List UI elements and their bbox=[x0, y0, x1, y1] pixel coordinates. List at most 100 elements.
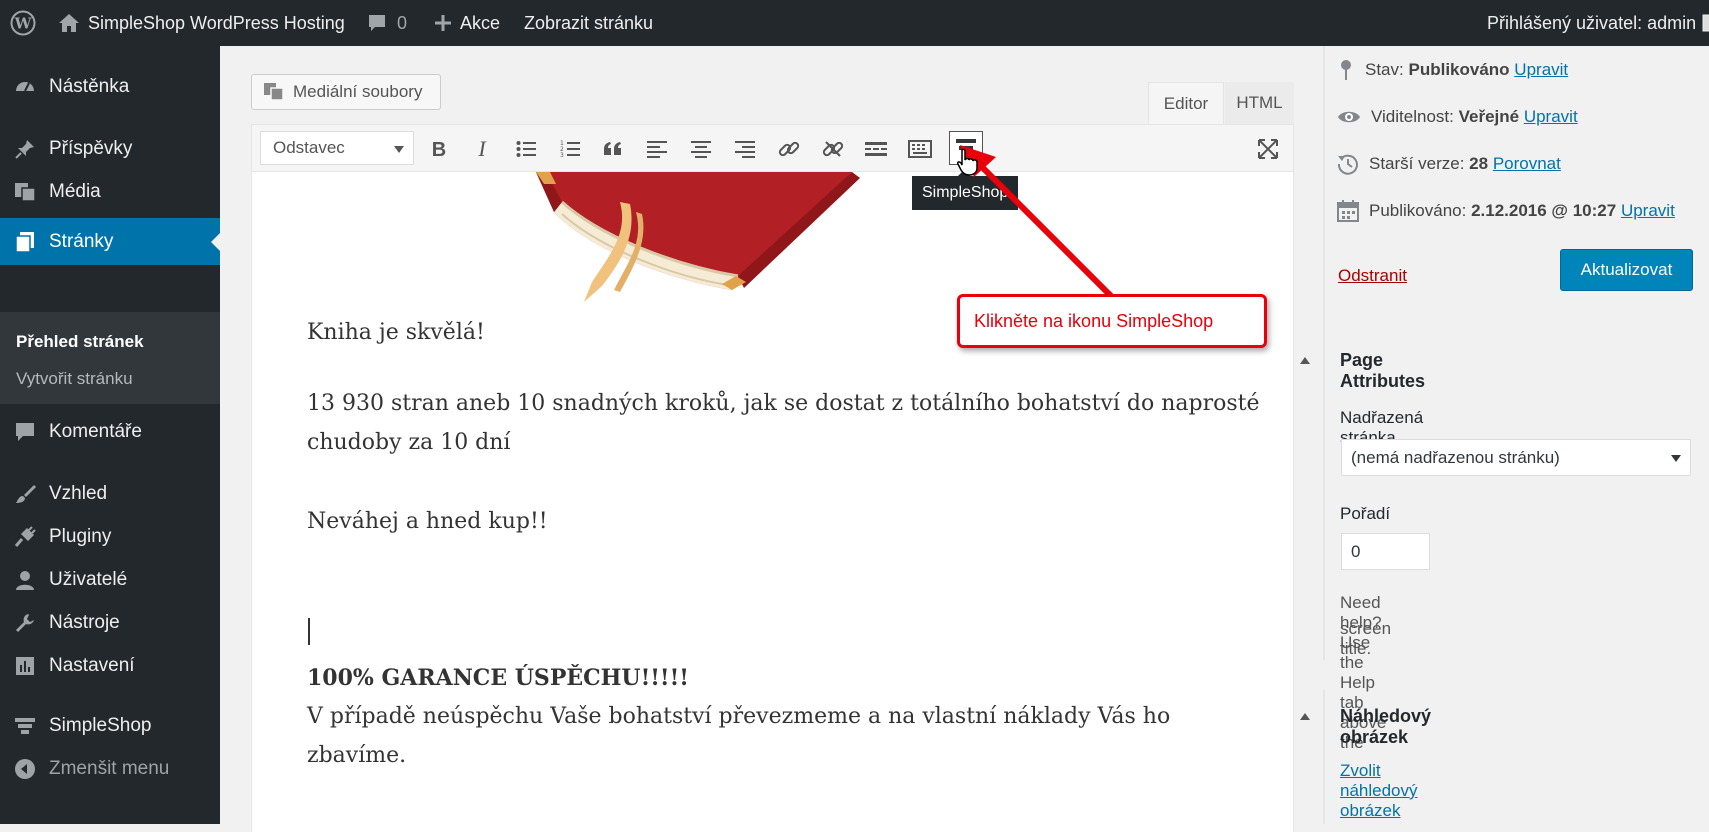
menu-item-tools[interactable]: Nástroje bbox=[0, 599, 220, 646]
fullscreen-button[interactable] bbox=[1252, 133, 1284, 165]
menu-item-comments[interactable]: Komentáře bbox=[0, 408, 220, 455]
menu-item-collapse[interactable]: Zmenšit menu bbox=[0, 745, 220, 792]
wrench-icon bbox=[14, 612, 36, 634]
pages-icon bbox=[14, 231, 36, 253]
bold-icon: B bbox=[429, 139, 449, 159]
editor-toolbar: Odstavec B I 123 bbox=[251, 124, 1294, 172]
align-center-button[interactable] bbox=[685, 133, 717, 165]
menu-label-collapse: Zmenšit menu bbox=[49, 757, 170, 779]
italic-icon: I bbox=[472, 139, 492, 159]
content-paragraph: 13 930 stran aneb 10 snadných kroků, jak… bbox=[307, 391, 1260, 416]
parent-page-select[interactable]: (nemá nadřazenou stránku) bbox=[1341, 439, 1691, 476]
view-page-label: Zobrazit stránku bbox=[524, 12, 654, 33]
status-value: Publikováno bbox=[1408, 60, 1510, 79]
svg-text:B: B bbox=[432, 139, 446, 159]
edit-visibility-link[interactable]: Upravit bbox=[1524, 107, 1578, 127]
menu-item-plugins[interactable]: Pluginy bbox=[0, 513, 220, 560]
svg-text:I: I bbox=[477, 139, 487, 159]
tab-visual-editor[interactable]: Editor bbox=[1148, 82, 1224, 124]
home-icon bbox=[58, 13, 80, 33]
blockquote-button[interactable] bbox=[597, 133, 629, 165]
visibility-row: Viditelnost: Veřejné Upravit bbox=[1337, 104, 1578, 130]
book-image bbox=[532, 172, 862, 304]
menu-item-media[interactable]: Média bbox=[0, 168, 220, 215]
collapse-arrow-icon[interactable] bbox=[1300, 357, 1310, 364]
page-attributes-title: Page Attributes bbox=[1340, 350, 1425, 391]
menu-item-settings[interactable]: Nastavení bbox=[0, 642, 220, 689]
submenu-all-pages[interactable]: Přehled stránek bbox=[16, 332, 144, 352]
align-right-button[interactable] bbox=[729, 133, 761, 165]
align-left-button[interactable] bbox=[641, 133, 673, 165]
menu-item-dashboard[interactable]: Nástěnka bbox=[0, 63, 220, 110]
menu-label-plugins: Pluginy bbox=[49, 525, 112, 547]
italic-button[interactable]: I bbox=[466, 133, 498, 165]
user-icon bbox=[14, 569, 36, 591]
read-more-icon bbox=[865, 141, 887, 157]
comment-icon bbox=[367, 13, 387, 33]
visibility-value: Veřejné bbox=[1458, 107, 1520, 126]
help-text: screen title. bbox=[1340, 619, 1392, 658]
menu-label-appearance: Vzhled bbox=[49, 482, 108, 504]
site-name-link[interactable]: SimpleShop WordPress Hosting bbox=[58, 0, 345, 46]
keyboard-icon bbox=[908, 140, 932, 158]
menu-item-posts[interactable]: Příspěvky bbox=[0, 125, 220, 172]
format-select[interactable]: Odstavec bbox=[260, 131, 414, 165]
collapse-icon bbox=[14, 758, 36, 780]
bold-button[interactable]: B bbox=[423, 133, 455, 165]
current-menu-arrow bbox=[211, 232, 220, 251]
update-button[interactable]: Aktualizovat bbox=[1560, 249, 1693, 291]
bullet-list-button[interactable] bbox=[510, 133, 542, 165]
user-account-link[interactable]: Přihlášený uživatel: admin bbox=[1487, 0, 1709, 46]
menu-item-users[interactable]: Uživatelé bbox=[0, 556, 220, 603]
media-icon bbox=[14, 181, 36, 203]
collapse-arrow-icon[interactable] bbox=[1300, 713, 1310, 720]
chevron-down-icon bbox=[394, 146, 404, 153]
align-right-icon bbox=[735, 140, 755, 158]
menu-label-comments: Komentáře bbox=[49, 420, 142, 442]
history-icon bbox=[1337, 153, 1369, 175]
visibility-label: Viditelnost: bbox=[1371, 107, 1454, 126]
dashboard-icon bbox=[14, 76, 36, 98]
site-name: SimpleShop WordPress Hosting bbox=[88, 12, 345, 33]
menu-label-settings: Nastavení bbox=[49, 654, 135, 676]
new-content-link[interactable]: Akce bbox=[434, 0, 500, 46]
content-heading: 100% GARANCE ÚSPĚCHU!!!!! bbox=[307, 665, 689, 691]
menu-label-posts: Příspěvky bbox=[49, 137, 133, 159]
wordpress-logo-icon[interactable]: W bbox=[10, 0, 36, 46]
plugin-icon bbox=[14, 525, 36, 548]
tab-text-editor[interactable]: HTML bbox=[1225, 82, 1294, 124]
remove-link-button[interactable] bbox=[817, 133, 849, 165]
menu-item-simpleshop[interactable]: SimpleShop bbox=[0, 702, 220, 749]
delete-link[interactable]: Odstranit bbox=[1338, 266, 1407, 286]
menu-label-dashboard: Nástěnka bbox=[49, 75, 130, 97]
insert-link-button[interactable] bbox=[773, 133, 805, 165]
add-media-button[interactable]: Mediální soubory bbox=[251, 74, 441, 110]
content-paragraph: Neváhej a hned kup!! bbox=[307, 509, 548, 534]
view-page-link[interactable]: Zobrazit stránku bbox=[524, 0, 653, 46]
quote-icon bbox=[603, 141, 623, 157]
edit-date-link[interactable]: Upravit bbox=[1621, 201, 1675, 221]
menu-item-appearance[interactable]: Vzhled bbox=[0, 470, 220, 517]
status-label: Stav: bbox=[1365, 60, 1404, 79]
order-input[interactable] bbox=[1341, 533, 1430, 570]
link-icon bbox=[778, 138, 800, 160]
edit-status-link[interactable]: Upravit bbox=[1514, 60, 1568, 80]
numbered-list-button[interactable]: 123 bbox=[554, 133, 586, 165]
editor-content[interactable]: Kniha je skvělá! 13 930 stran aneb 10 sn… bbox=[251, 172, 1294, 832]
compare-revisions-link[interactable]: Porovnat bbox=[1493, 154, 1561, 174]
unlink-icon bbox=[822, 138, 844, 160]
simpleshop-icon bbox=[14, 715, 36, 737]
toolbar-toggle-button[interactable] bbox=[904, 133, 936, 165]
featured-image-title: Náhledový obrázek bbox=[1340, 706, 1432, 747]
submenu-add-page[interactable]: Vytvořit stránku bbox=[16, 369, 133, 389]
read-more-button[interactable] bbox=[860, 133, 892, 165]
admin-bar: W SimpleShop WordPress Hosting 0 Akce Zo… bbox=[0, 0, 1709, 46]
menu-item-pages[interactable]: Stránky bbox=[0, 218, 220, 265]
published-label: Publikováno: bbox=[1369, 201, 1467, 220]
revisions-row: Starší verze: 28 Porovnat bbox=[1337, 151, 1561, 177]
set-featured-image-link[interactable]: Zvolit náhledový obrázek bbox=[1340, 761, 1418, 821]
comments-link[interactable]: 0 bbox=[367, 0, 407, 46]
settings-icon bbox=[14, 655, 36, 677]
order-label: Pořadí bbox=[1340, 504, 1391, 523]
add-media-label: Mediální soubory bbox=[293, 82, 423, 101]
